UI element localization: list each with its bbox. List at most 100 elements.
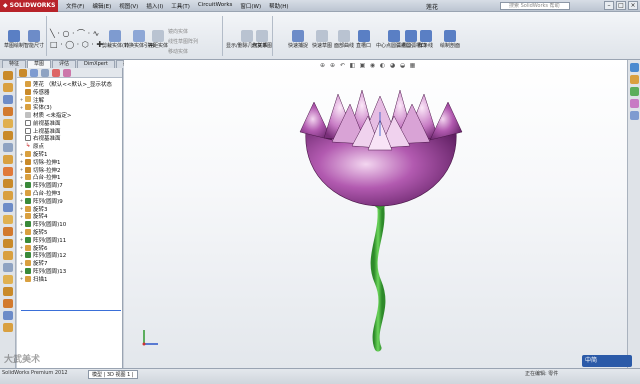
tree-item[interactable]: + 切除-拉伸2 bbox=[19, 166, 122, 174]
tree-root[interactable]: 莲花 （默认<<默认>_显示状态 bbox=[19, 80, 122, 88]
graphics-area[interactable]: ⊕ ⊕ ↶ ◧ ▣ ◉ ◐ ◕ ◒ ▦ bbox=[124, 60, 627, 368]
feature-tree-tab-icon[interactable] bbox=[19, 69, 27, 77]
tool-icon[interactable] bbox=[2, 227, 13, 236]
design-library-icon[interactable] bbox=[629, 75, 639, 84]
linear-pattern-button[interactable]: 线性草图阵列 bbox=[168, 38, 198, 45]
smart-dimension-button[interactable]: 智能尺寸 bbox=[24, 30, 44, 49]
section-sketch-button[interactable]: 绘制剖面 bbox=[440, 30, 460, 49]
tool-icon[interactable] bbox=[2, 323, 13, 332]
spline-button[interactable]: 样条线 bbox=[418, 30, 433, 49]
tree-item[interactable]: + 阵列(圆周)9 bbox=[19, 197, 122, 205]
display-tab-icon[interactable] bbox=[63, 69, 71, 77]
menu-circuitworks[interactable]: CircuitWorks bbox=[194, 2, 237, 10]
tree-item[interactable]: + 阵列(圆周)13 bbox=[19, 267, 122, 275]
maximize-icon[interactable]: □ bbox=[616, 1, 626, 10]
tool-icon[interactable] bbox=[2, 167, 13, 176]
tab-features[interactable]: 特征 bbox=[2, 60, 27, 68]
tree-item[interactable]: + 切除-拉伸1 bbox=[19, 158, 122, 166]
tree-item[interactable]: + 凸台-拉伸3 bbox=[19, 189, 122, 197]
tree-item[interactable]: + 实体(3) bbox=[19, 103, 122, 111]
tool-icon[interactable] bbox=[2, 311, 13, 320]
resources-icon[interactable] bbox=[629, 63, 639, 72]
file-explorer-icon[interactable] bbox=[629, 87, 639, 96]
repair-sketch-button[interactable]: 修复草图 bbox=[252, 30, 272, 49]
tree-item[interactable]: + 阵列(圆周)11 bbox=[19, 236, 122, 244]
sketch-button[interactable]: 草图绘制 bbox=[4, 30, 24, 49]
tool-icon[interactable] bbox=[2, 263, 13, 272]
tree-item[interactable]: 上视基准面 bbox=[19, 127, 122, 135]
tool-icon[interactable] bbox=[2, 107, 13, 116]
face-curves-button[interactable]: 面部曲线 bbox=[334, 30, 354, 49]
tool-icon[interactable] bbox=[2, 95, 13, 104]
tab-sketch[interactable]: 草图 bbox=[27, 60, 52, 68]
property-tab-icon[interactable] bbox=[30, 69, 38, 77]
appearances-icon[interactable] bbox=[629, 99, 639, 108]
tree-item[interactable]: 前视基准面 bbox=[19, 119, 122, 127]
circular-pattern-icon bbox=[25, 252, 31, 259]
tool-icon[interactable] bbox=[2, 83, 13, 92]
tree-item[interactable]: ↳ 原点 bbox=[19, 142, 122, 151]
rollback-bar[interactable] bbox=[21, 310, 121, 311]
boss-extrude-icon bbox=[25, 190, 31, 197]
trim-icon bbox=[109, 30, 122, 42]
minimize-icon[interactable]: – bbox=[604, 1, 614, 10]
offset-button[interactable]: 等距实体 bbox=[148, 30, 168, 49]
tree-item[interactable]: + 旋转1 bbox=[19, 150, 122, 158]
close-icon[interactable]: × bbox=[628, 1, 638, 10]
move-entities-button[interactable]: 移动实体 bbox=[168, 48, 188, 55]
model-view-tab[interactable]: 模型 | 3D 视图 1 | bbox=[88, 370, 138, 379]
tab-evaluate[interactable]: 评估 bbox=[52, 60, 77, 68]
tool-icon[interactable] bbox=[2, 251, 13, 260]
circular-pattern-icon bbox=[25, 182, 31, 189]
tree-item[interactable]: + 凸台-拉伸1 bbox=[19, 174, 122, 181]
tree-item[interactable]: + 旋转3 bbox=[19, 205, 122, 213]
mirror-button[interactable]: 镜向实体 bbox=[168, 28, 188, 35]
tool-icon[interactable] bbox=[2, 131, 13, 140]
tree-item[interactable]: + 旋转6 bbox=[19, 244, 122, 252]
tree-item[interactable]: + 阵列(圆周)10 bbox=[19, 220, 122, 228]
tool-icon[interactable] bbox=[2, 143, 13, 152]
menu-tools[interactable]: 工具(T) bbox=[167, 2, 194, 10]
tool-icon[interactable] bbox=[2, 179, 13, 188]
lotus-model[interactable] bbox=[124, 60, 627, 368]
tool-icon[interactable] bbox=[2, 239, 13, 248]
tree-item[interactable]: + 注解 bbox=[19, 96, 122, 104]
rapid-sketch-button[interactable]: 快速草图 bbox=[312, 30, 332, 49]
tool-icon[interactable] bbox=[2, 203, 13, 212]
menu-insert[interactable]: 插入(I) bbox=[142, 2, 167, 10]
tree-item[interactable]: + 扫描1 bbox=[19, 275, 122, 283]
tree-item[interactable]: + 旋转4 bbox=[19, 213, 122, 220]
tool-icon[interactable] bbox=[2, 287, 13, 296]
ime-indicator[interactable]: 中简 bbox=[582, 355, 632, 367]
tool-icon[interactable] bbox=[2, 191, 13, 200]
line-tools[interactable]: ╲ · ○ · ⌒ · ∿ bbox=[50, 28, 99, 39]
tree-item[interactable]: + 旋转7 bbox=[19, 259, 122, 267]
tree-item[interactable]: 传感器 bbox=[19, 88, 122, 96]
menu-view[interactable]: 视图(V) bbox=[115, 2, 142, 10]
tool-icon[interactable] bbox=[2, 155, 13, 164]
straight-slot-button[interactable]: 直槽口 bbox=[356, 30, 371, 49]
tool-icon[interactable] bbox=[2, 215, 13, 224]
tree-item[interactable]: 材质 <未指定> bbox=[19, 111, 122, 119]
tool-icon[interactable] bbox=[2, 299, 13, 308]
quick-snap-button[interactable]: 快速捕捉 bbox=[288, 30, 308, 49]
help-search-input[interactable]: 搜索 SolidWorks 帮助 bbox=[500, 2, 570, 10]
tree-item[interactable]: 右视基准面 bbox=[19, 135, 122, 142]
tool-icon[interactable] bbox=[2, 71, 13, 80]
tree-item[interactable]: + 阵列(圆周)7 bbox=[19, 181, 122, 189]
tab-dimxpert[interactable]: DimXpert bbox=[77, 60, 115, 68]
solidworks-logo[interactable]: ◆ SOLIDWORKS bbox=[0, 0, 58, 12]
dimxpert-tab-icon[interactable] bbox=[52, 69, 60, 77]
menu-help[interactable]: 帮助(H) bbox=[265, 2, 292, 10]
tree-item[interactable]: + 阵列(圆周)12 bbox=[19, 252, 122, 259]
menu-file[interactable]: 文件(F) bbox=[62, 2, 88, 10]
tool-icon[interactable] bbox=[2, 275, 13, 284]
menu-edit[interactable]: 编辑(E) bbox=[88, 2, 115, 10]
config-tab-icon[interactable] bbox=[41, 69, 49, 77]
tool-icon[interactable] bbox=[2, 119, 13, 128]
shape-tools[interactable]: □ · ◯ · ⬡ · ✚ bbox=[50, 40, 103, 49]
menu-window[interactable]: 窗口(W) bbox=[236, 2, 265, 10]
tree-item[interactable]: + 旋转5 bbox=[19, 228, 122, 236]
face-curves-icon bbox=[338, 30, 350, 42]
custom-properties-icon[interactable] bbox=[629, 111, 639, 120]
